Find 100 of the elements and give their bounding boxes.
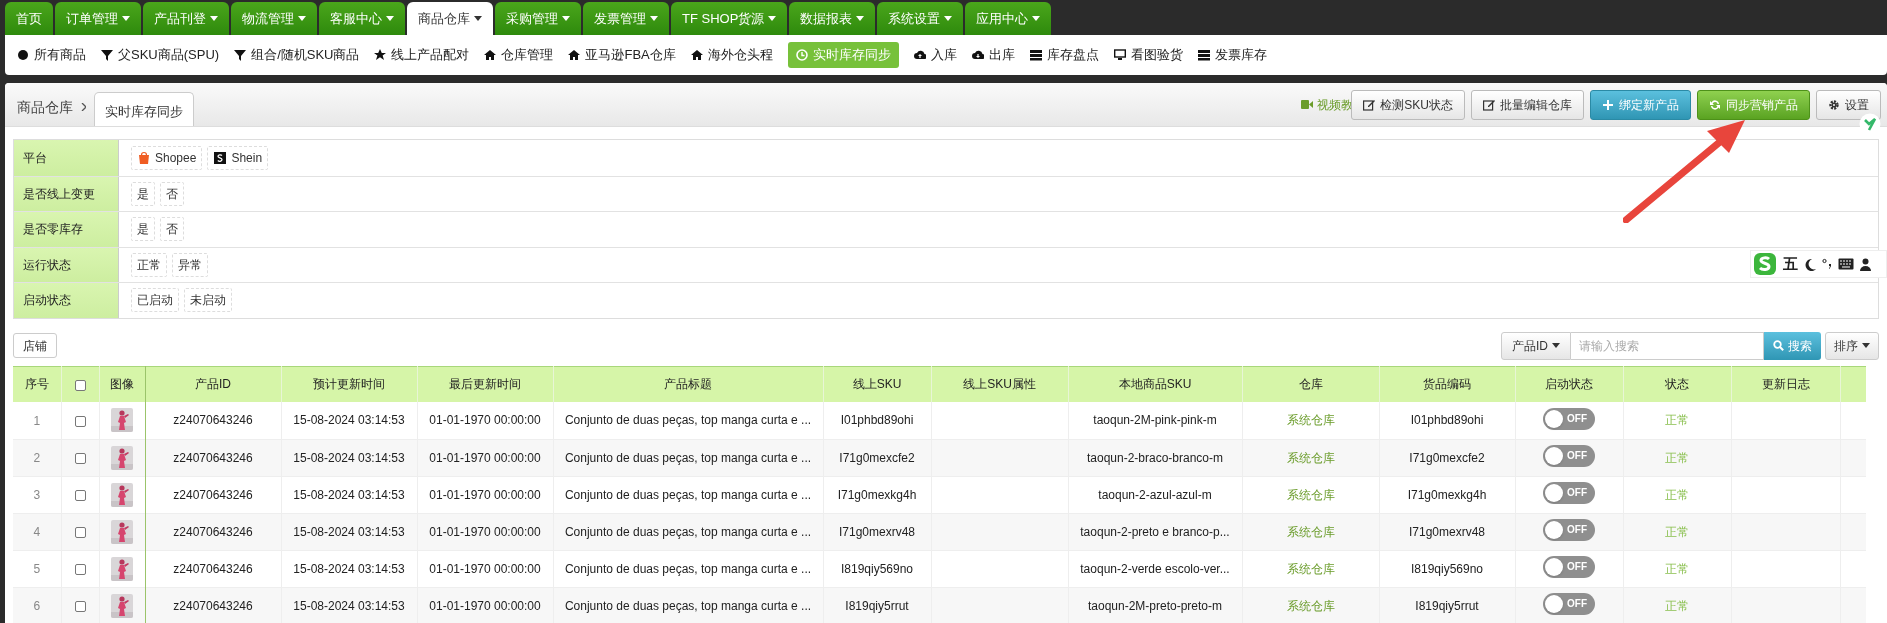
video-camera-icon [1301,100,1314,109]
breadcrumb-link[interactable]: 商品仓库 [17,96,73,118]
toolbar-button[interactable]: 设置 [1816,89,1881,120]
status-text: 正常 [1665,450,1689,465]
table-cell: z24070643246 [173,598,253,613]
subnav-link[interactable]: 发票库存 [1197,42,1267,68]
toolbar-button[interactable]: 批量编辑仓库 [1471,89,1584,120]
filter-icon [234,49,247,61]
warehouse-link[interactable]: 系统仓库 [1286,561,1335,576]
checkbox[interactable] [74,452,86,464]
row-number: 3 [33,487,41,502]
nav-tab[interactable]: 数据报表 [789,2,876,35]
checkbox[interactable] [74,526,86,538]
nav-tab[interactable]: 客服中心 [319,2,405,35]
checkbox[interactable] [74,489,86,501]
filter-label: 是否线上变更 [14,176,118,211]
subnav-link[interactable]: 出库 [971,42,1015,68]
table-cell: 15-08-2024 03:14:53 [293,413,405,428]
warehouse-link[interactable]: 系统仓库 [1286,413,1335,428]
subnav-link[interactable]: 所有商品 [17,42,86,68]
letter-tile-icon [213,150,228,165]
subnav-link[interactable]: 亚马逊FBA仓库 [568,42,676,68]
column-header: 图像 [110,377,134,392]
row-number: 5 [33,561,41,576]
table-cell: Conjunto de duas peças, top manga curta e ... [564,561,812,576]
table-cell: Conjunto de duas peças, top manga curta e ... [564,487,812,502]
table-cell: I819qiy569no [1410,561,1484,576]
cloud-download-icon [971,49,984,61]
column-header: 产品标题 [664,377,712,392]
list-icon [1029,49,1042,61]
clock-icon [795,49,808,61]
column-header: 启动状态 [1545,377,1593,392]
table-cell: z24070643246 [173,561,253,576]
nav-tab[interactable]: 发票管理 [583,2,669,35]
table-cell: taoqun-2-preto e branco-p... [1080,524,1230,539]
nav-tab[interactable]: 产品刊登 [143,2,229,35]
table-cell: 01-01-1970 00:00:00 [429,450,541,465]
sort-dropdown[interactable]: 排序 [1825,331,1879,360]
nav-tab[interactable]: 订单管理 [55,2,141,35]
table-cell: Conjunto de duas peças, top manga curta e ... [564,450,812,465]
settings-icon [1828,98,1840,111]
table-cell: taoqun-2M-preto-preto-m [1087,598,1223,613]
checkbox[interactable] [74,379,86,391]
filter-option[interactable]: 正常 [131,252,167,277]
table-cell: Conjunto de duas peças, top manga curta e ... [564,413,812,428]
checkbox[interactable] [74,563,86,575]
subnav-link[interactable]: 父SKU商品(SPU) [101,42,220,68]
status-text: 正常 [1665,487,1689,502]
table-cell: I71g0mexkg4h [837,487,917,502]
subnav-link[interactable]: 看图验货 [1113,42,1183,68]
filter-option[interactable]: Shein [207,145,269,170]
filter-option[interactable]: Shopee [131,145,203,170]
table-cell: I01phbd89ohi [1410,413,1484,428]
subnav-link[interactable]: 组合/随机SKU商品 [234,42,360,68]
field-select[interactable]: 产品ID [1501,331,1571,360]
table-cell: taoqun-2-azul-azul-m [1098,487,1212,502]
filter-option[interactable]: 否 [160,217,184,242]
status-text: 正常 [1665,524,1689,539]
table-cell: taoqun-2-braco-branco-m [1086,450,1224,465]
nav-tab[interactable]: 应用中心 [965,2,1052,35]
subnav-link[interactable]: 库存盘点 [1029,42,1099,68]
column-header: 预计更新时间 [313,377,385,392]
column-header: 线上SKU属性 [963,377,1036,392]
nav-tab[interactable]: 系统设置 [877,2,964,35]
table-cell: I819qiy5rrut [1415,598,1479,613]
filter-label: 运行状态 [14,247,118,282]
checkbox[interactable] [74,415,86,427]
plus-icon [1602,98,1614,111]
table-cell: 01-01-1970 00:00:00 [429,524,541,539]
dot-icon [17,49,29,61]
nav-tab[interactable]: 商品仓库 [407,2,493,35]
chevron-icon [81,103,86,111]
filter-option[interactable]: 未启动 [184,288,232,313]
checkbox[interactable] [74,600,86,612]
store-button[interactable]: 店铺 [13,333,57,358]
shopping-bag-icon [137,150,151,165]
breadcrumb-tab[interactable]: 实时库存同步 [94,92,194,126]
nav-tab[interactable]: 采购管理 [495,2,581,35]
subnav-link[interactable]: 仓库管理 [484,42,554,68]
filter-option[interactable]: 是 [131,217,155,242]
nav-tab[interactable]: TF SHOP货源 [671,2,788,35]
search-field[interactable]: 请输入搜索 [1571,331,1764,360]
warehouse-link[interactable]: 系统仓库 [1286,487,1335,502]
punctuation-icon [1822,258,1832,270]
table-cell: 01-01-1970 00:00:00 [429,561,541,576]
filter-option[interactable]: 已启动 [131,288,179,313]
table-cell: 15-08-2024 03:14:53 [293,524,405,539]
subnav-link[interactable]: 入库 [913,42,957,68]
nav-tab[interactable]: 物流管理 [231,2,317,35]
subnav-link[interactable]: 海外仓头程 [690,42,773,68]
table-cell: I01phbd89ohi [840,413,914,428]
filter-label: 平台 [14,140,118,176]
nav-tab[interactable]: 首页 [5,2,53,35]
filter-option[interactable]: 是 [131,181,155,206]
toolbar-button[interactable]: 检测SKU状态 [1351,89,1465,120]
filter-option[interactable]: 异常 [172,252,208,277]
filter-option[interactable]: 否 [160,181,184,206]
table-cell: I71g0mexkg4h [1407,487,1487,502]
table-cell: taoqun-2-verde escolo-ver... [1080,561,1230,576]
subnav-link[interactable]: 线上产品配对 [374,42,470,68]
